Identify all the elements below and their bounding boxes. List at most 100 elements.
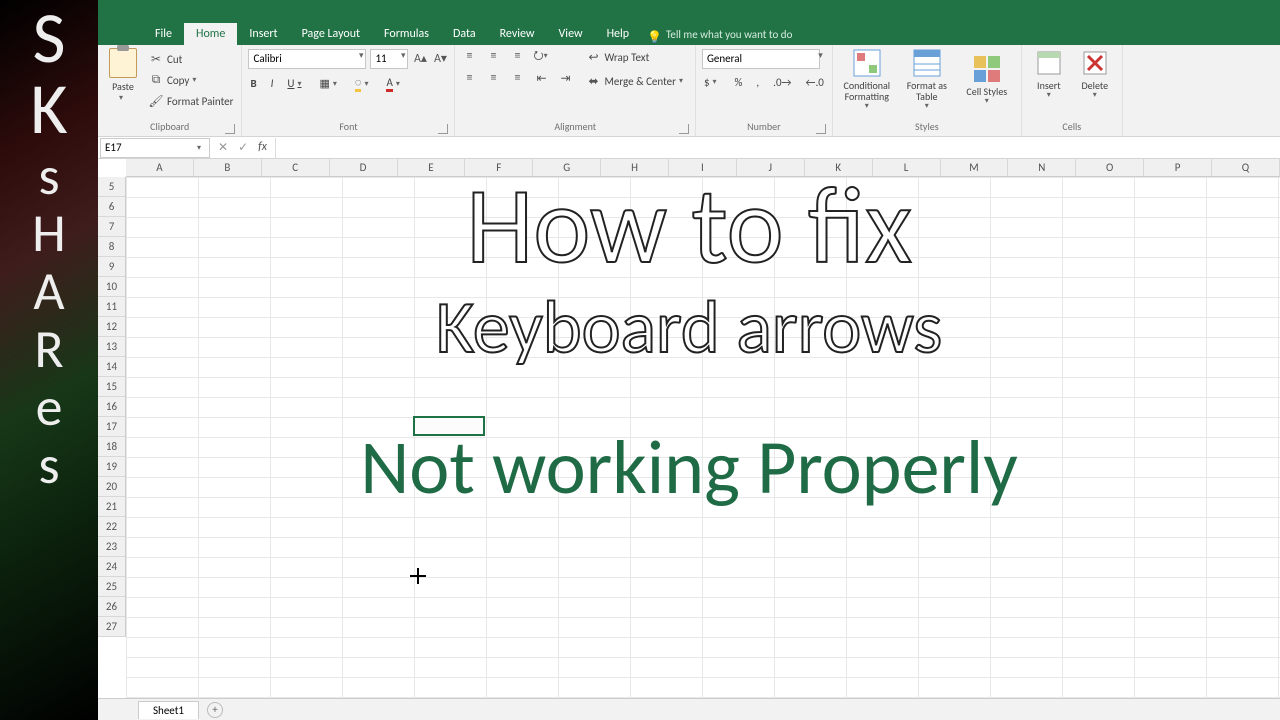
dialog-launcher-icon[interactable] (679, 124, 689, 134)
row-header[interactable]: 6 (98, 197, 125, 217)
tab-insert[interactable]: Insert (237, 23, 289, 45)
row-header[interactable]: 23 (98, 537, 125, 557)
row-headers[interactable]: 5678910111213141516171819202122232425262… (98, 177, 126, 637)
format-painter-button[interactable]: 🖌Format Painter (146, 92, 235, 110)
conditional-formatting-button[interactable]: Conditional Formatting▾ (839, 48, 895, 111)
orientation-button[interactable]: ⭮▾ (533, 48, 549, 64)
font-size-select[interactable] (370, 49, 408, 69)
decrease-indent-button[interactable]: ⇤ (533, 70, 549, 86)
column-header[interactable]: O (1076, 159, 1144, 176)
format-as-table-button[interactable]: Format as Table▾ (899, 48, 955, 111)
row-header[interactable]: 10 (98, 277, 125, 297)
increase-decimal-button[interactable]: .0→ (771, 75, 793, 90)
row-header[interactable]: 9 (98, 257, 125, 277)
formula-bar[interactable] (275, 138, 1280, 158)
column-header[interactable]: P (1144, 159, 1212, 176)
border-button[interactable]: ▦▾ (317, 76, 342, 91)
new-sheet-button[interactable]: + (207, 702, 223, 718)
grow-font-button[interactable]: A▴ (412, 50, 428, 66)
row-header[interactable]: 26 (98, 597, 125, 617)
cut-button[interactable]: ✂Cut (146, 50, 235, 68)
column-header[interactable]: A (126, 159, 194, 176)
tab-file[interactable]: File (143, 23, 184, 45)
column-header[interactable]: J (737, 159, 805, 176)
column-header[interactable]: E (398, 159, 466, 176)
accounting-format-button[interactable]: $▾ (702, 75, 723, 90)
merge-center-button[interactable]: ⬌Merge & Center▾ (583, 72, 689, 90)
row-header[interactable]: 22 (98, 517, 125, 537)
column-header[interactable]: K (805, 159, 873, 176)
row-header[interactable]: 25 (98, 577, 125, 597)
row-header[interactable]: 16 (98, 397, 125, 417)
row-header[interactable]: 12 (98, 317, 125, 337)
row-header[interactable]: 14 (98, 357, 125, 377)
percent-button[interactable]: % (733, 75, 745, 90)
tab-review[interactable]: Review (488, 23, 547, 45)
sheet-tab[interactable]: Sheet1 (138, 701, 199, 719)
bold-button[interactable]: B (248, 76, 258, 91)
copy-button[interactable]: ⧉Copy▾ (146, 71, 235, 89)
column-header[interactable]: C (262, 159, 330, 176)
row-header[interactable]: 21 (98, 497, 125, 517)
align-bottom-button[interactable]: ≡ (509, 48, 525, 64)
column-header[interactable]: G (533, 159, 601, 176)
cancel-formula-button[interactable]: ✕ (218, 140, 228, 155)
row-header[interactable]: 24 (98, 557, 125, 577)
column-header[interactable]: D (330, 159, 398, 176)
dialog-launcher-icon[interactable] (225, 124, 235, 134)
tab-help[interactable]: Help (595, 23, 642, 45)
column-header[interactable]: I (669, 159, 737, 176)
increase-indent-button[interactable]: ⇥ (557, 70, 573, 86)
row-header[interactable]: 19 (98, 457, 125, 477)
tab-formulas[interactable]: Formulas (372, 23, 441, 45)
row-header[interactable]: 15 (98, 377, 125, 397)
tab-home[interactable]: Home (184, 23, 237, 45)
worksheet[interactable]: ABCDEFGHIJKLMNOPQ 5678910111213141516171… (98, 159, 1280, 719)
column-header[interactable]: F (465, 159, 533, 176)
row-header[interactable]: 8 (98, 237, 125, 257)
align-top-button[interactable]: ≡ (461, 48, 477, 64)
row-header[interactable]: 18 (98, 437, 125, 457)
insert-cells-button[interactable]: Insert▾ (1028, 48, 1070, 100)
row-header[interactable]: 11 (98, 297, 125, 317)
row-header[interactable]: 17 (98, 417, 125, 437)
font-color-button[interactable]: A▾ (384, 75, 405, 93)
decrease-decimal-button[interactable]: ←.0 (803, 75, 825, 90)
cell-grid[interactable] (126, 177, 1280, 719)
accept-formula-button[interactable]: ✓ (238, 140, 248, 155)
dialog-launcher-icon[interactable] (816, 124, 826, 134)
row-header[interactable]: 20 (98, 477, 125, 497)
wrap-text-button[interactable]: ↩Wrap Text (583, 48, 689, 66)
shrink-font-button[interactable]: A▾ (432, 50, 448, 66)
row-header[interactable]: 7 (98, 217, 125, 237)
column-header[interactable]: H (601, 159, 669, 176)
italic-button[interactable]: I (269, 76, 276, 91)
cell-styles-button[interactable]: Cell Styles▾ (959, 54, 1015, 106)
name-box[interactable]: E17 ▾ (100, 138, 210, 158)
column-headers[interactable]: ABCDEFGHIJKLMNOPQ (126, 159, 1280, 177)
align-middle-button[interactable]: ≡ (485, 48, 501, 64)
tab-view[interactable]: View (547, 23, 595, 45)
fill-color-button[interactable]: ◌▾ (353, 75, 375, 93)
column-header[interactable]: B (194, 159, 262, 176)
column-header[interactable]: N (1008, 159, 1076, 176)
comma-button[interactable]: , (754, 75, 761, 90)
align-center-button[interactable]: ≡ (485, 70, 501, 86)
paste-button[interactable]: Paste ▾ (104, 48, 142, 103)
underline-button[interactable]: U▾ (285, 76, 307, 91)
fx-icon[interactable]: fx (258, 140, 267, 155)
column-header[interactable]: L (873, 159, 941, 176)
align-left-button[interactable]: ≡ (461, 70, 477, 86)
row-header[interactable]: 27 (98, 617, 125, 637)
dialog-launcher-icon[interactable] (438, 124, 448, 134)
tab-page-layout[interactable]: Page Layout (290, 23, 372, 45)
tab-data[interactable]: Data (441, 23, 488, 45)
row-header[interactable]: 13 (98, 337, 125, 357)
tell-me-input[interactable]: Tell me what you want to do (666, 28, 792, 45)
number-format-select[interactable] (702, 49, 820, 69)
column-header[interactable]: Q (1212, 159, 1280, 176)
row-header[interactable]: 5 (98, 177, 125, 197)
font-family-select[interactable] (248, 49, 366, 69)
delete-cells-button[interactable]: Delete▾ (1074, 48, 1116, 100)
column-header[interactable]: M (941, 159, 1009, 176)
